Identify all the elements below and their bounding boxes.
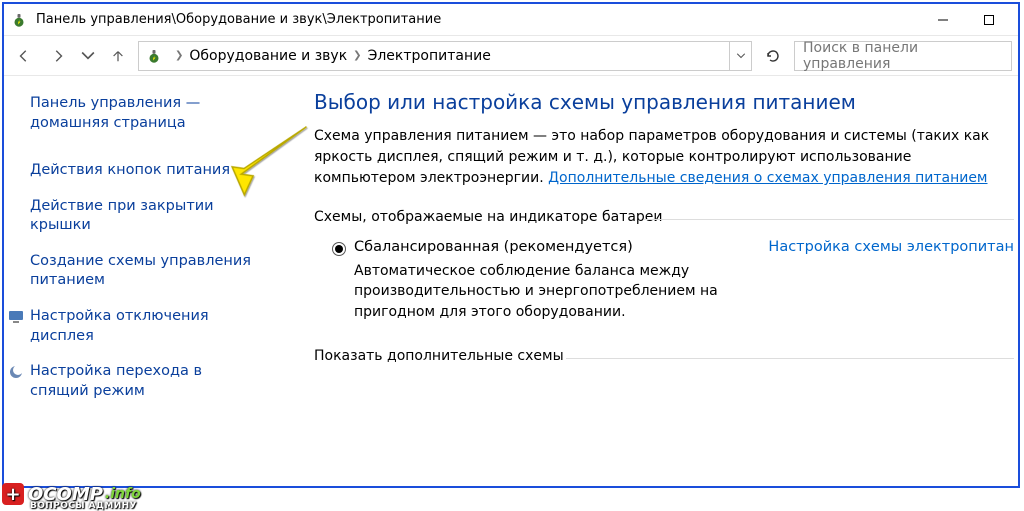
maximize-button[interactable] (966, 5, 1012, 35)
sidebar-display-off[interactable]: Настройка отключения дисплея (30, 307, 272, 346)
window-frame: Панель управления\Оборудование и звук\Эл… (2, 2, 1020, 488)
breadcrumb[interactable]: ❯ Оборудование и звук ❯ Электропитание (138, 41, 752, 71)
sidebar-lid-action[interactable]: Действие при закрытии крышки (30, 197, 272, 236)
monitor-icon (8, 309, 24, 325)
chevron-right-icon: ❯ (353, 50, 361, 61)
plan-settings-link[interactable]: Настройка схемы электропитан (768, 239, 1014, 255)
learn-more-link[interactable]: Дополнительные сведения о схемах управле… (548, 170, 987, 186)
watermark-sub: ВОПРОСЫ АДМИНУ (30, 501, 137, 511)
up-button[interactable] (104, 42, 132, 70)
chevron-right-icon: ❯ (175, 50, 183, 61)
sidebar-sleep[interactable]: Настройка перехода в спящий режим (30, 362, 272, 401)
sidebar-create-plan[interactable]: Создание схемы управления питанием (30, 252, 272, 291)
moon-icon (8, 364, 24, 380)
refresh-button[interactable] (758, 41, 788, 71)
plans-group: Схемы, отображаемые на индикаторе батаре… (314, 209, 1014, 322)
plus-icon: + (2, 483, 24, 505)
plan-description: Автоматическое соблюдение баланса между … (354, 261, 752, 322)
minimize-button[interactable] (920, 5, 966, 35)
search-input[interactable]: Поиск в панели управления (794, 41, 1012, 71)
search-placeholder: Поиск в панели управления (803, 40, 1003, 72)
app-icon (10, 11, 28, 29)
window-controls (920, 5, 1012, 35)
breadcrumb-item[interactable]: Оборудование и звук (189, 48, 347, 64)
sidebar: Панель управления — домашняя страница Де… (4, 76, 284, 486)
breadcrumb-item[interactable]: Электропитание (368, 48, 491, 64)
sidebar-power-buttons[interactable]: Действия кнопок питания (30, 161, 272, 181)
recent-dropdown[interactable] (78, 42, 98, 70)
window-title: Панель управления\Оборудование и звук\Эл… (36, 12, 920, 27)
show-more-plans[interactable]: Показать дополнительные схемы (314, 348, 1014, 364)
breadcrumb-dropdown[interactable] (729, 42, 751, 70)
titlebar: Панель управления\Оборудование и звук\Эл… (4, 4, 1018, 36)
forward-button[interactable] (44, 42, 72, 70)
page-description: Схема управления питанием — это набор па… (314, 126, 1014, 189)
group-title: Схемы, отображаемые на индикаторе батаре… (314, 209, 663, 225)
watermark: + OCOMP .info ВОПРОСЫ АДМИНУ (2, 483, 141, 505)
divider (644, 219, 1014, 220)
main-panel: Выбор или настройка схемы управления пит… (284, 76, 1018, 486)
breadcrumb-icon (145, 47, 163, 65)
watermark-tld: .info (105, 486, 141, 502)
address-bar: ❯ Оборудование и звук ❯ Электропитание П… (4, 36, 1018, 76)
radio-balanced[interactable] (332, 242, 346, 256)
page-title: Выбор или настройка схемы управления пит… (314, 90, 1014, 114)
plan-name: Сбалансированная (рекомендуется) (354, 239, 752, 255)
plan-row-balanced: Сбалансированная (рекомендуется) Автомат… (314, 225, 1014, 322)
back-button[interactable] (10, 42, 38, 70)
divider (566, 358, 1014, 359)
content-area: Панель управления — домашняя страница Де… (4, 76, 1018, 486)
sidebar-home[interactable]: Панель управления — домашняя страница (30, 94, 272, 133)
